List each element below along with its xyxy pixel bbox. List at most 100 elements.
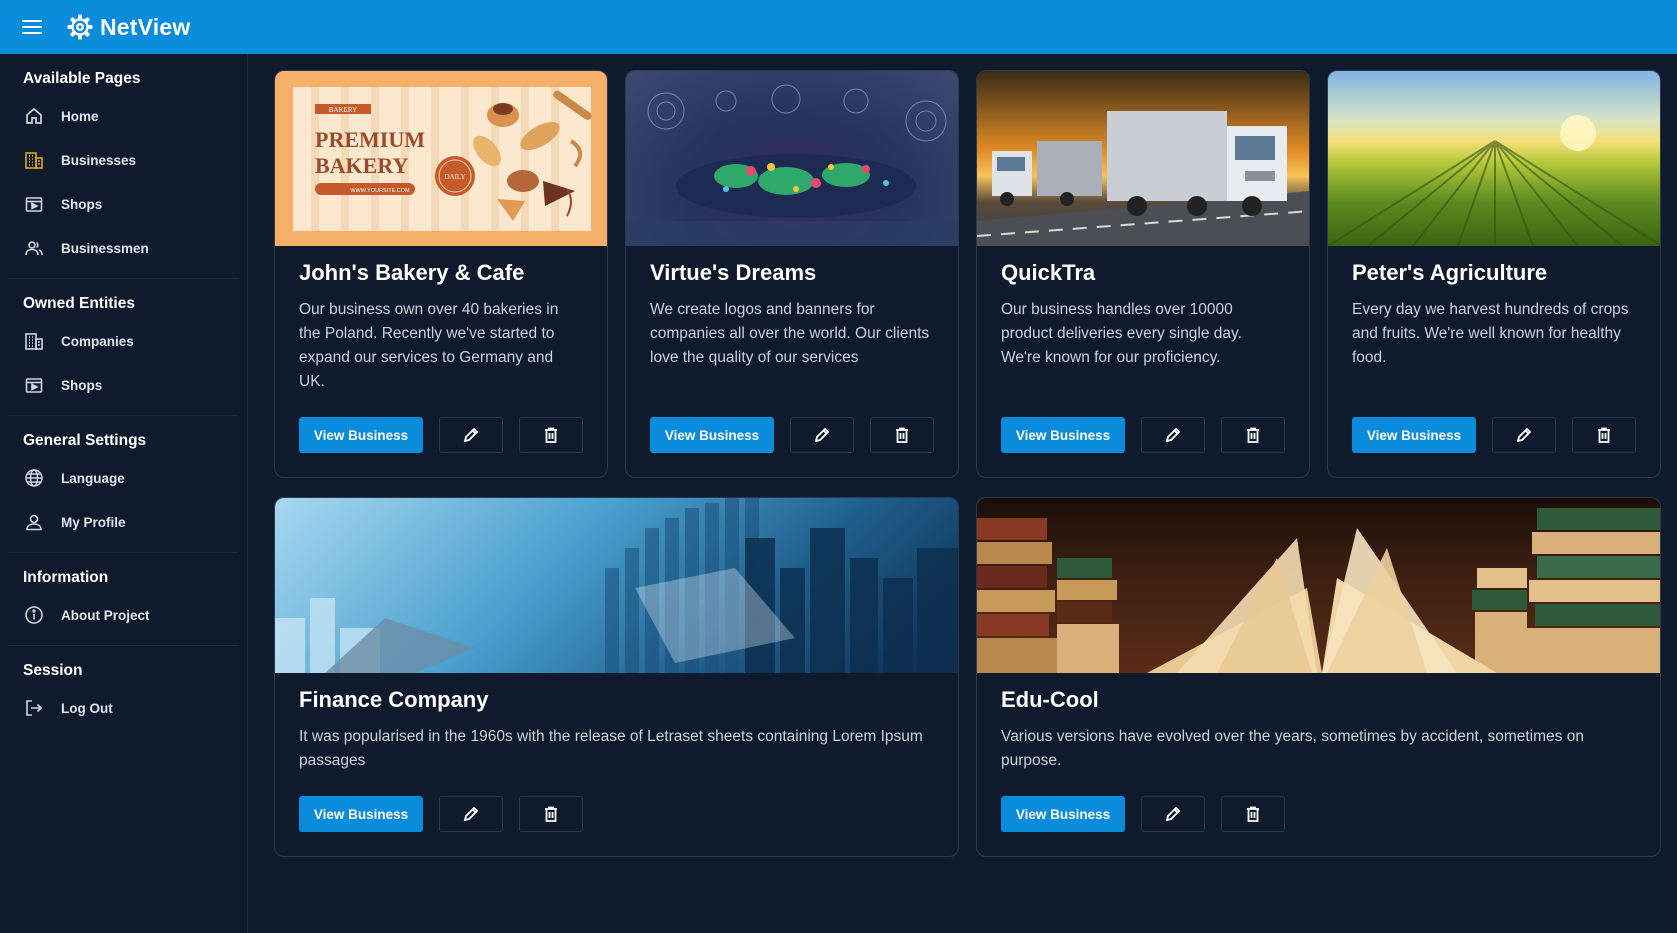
view-business-button[interactable]: View Business — [299, 796, 423, 832]
card-image: BAKERY PREMIUM BAKERY WWW.YOURSITE.COM D… — [275, 71, 607, 246]
card-description: It was popularised in the 1960s with the… — [299, 728, 923, 769]
artwork-illustration — [626, 84, 958, 246]
sidebar: Available Pages Home Businesses Shops Bu… — [0, 54, 248, 933]
view-business-button[interactable]: View Business — [1001, 796, 1125, 832]
delete-button[interactable] — [1221, 796, 1285, 832]
brand[interactable]: NetView — [66, 13, 190, 41]
pencil-icon — [1165, 806, 1181, 822]
view-business-button[interactable]: View Business — [1352, 417, 1476, 453]
delete-button[interactable] — [1572, 417, 1636, 453]
sidebar-item-label: Businessmen — [61, 240, 149, 256]
bakery-line2: BAKERY — [315, 153, 408, 178]
card-description: Various versions have evolved over the y… — [1001, 728, 1584, 769]
edit-button[interactable] — [1141, 796, 1205, 832]
sidebar-item-language[interactable]: Language — [8, 456, 239, 500]
business-card: Peter's Agriculture Every day we harvest… — [1327, 70, 1661, 478]
field-illustration — [1328, 115, 1660, 246]
card-title: Finance Company — [299, 687, 489, 712]
bakery-tag-text: BAKERY — [329, 106, 357, 114]
sidebar-item-owned-shops[interactable]: Shops — [8, 363, 239, 407]
sidebar-item-label: Language — [61, 470, 125, 486]
card-description: Every day we harvest hundreds of crops a… — [1352, 301, 1629, 366]
sidebar-item-label: Home — [61, 108, 99, 124]
edit-button[interactable] — [790, 417, 854, 453]
card-image — [626, 71, 958, 246]
books-illustration — [977, 508, 1660, 673]
sidebar-item-label: Companies — [61, 333, 134, 349]
trash-icon — [1598, 427, 1610, 443]
card-title: John's Bakery & Cafe — [299, 260, 525, 285]
section-session: Session Log Out — [8, 646, 239, 738]
businesses-icon — [23, 149, 45, 171]
view-business-button[interactable]: View Business — [299, 417, 423, 453]
truck-illustration — [977, 111, 1309, 246]
gear-logo-icon — [67, 14, 93, 40]
logout-icon — [23, 697, 45, 719]
section-title: Session — [23, 662, 83, 679]
business-card: QuickTra Our business handles over 10000… — [976, 70, 1310, 478]
business-card: Edu-Cool Various versions have evolved o… — [976, 497, 1661, 857]
edit-button[interactable] — [1492, 417, 1556, 453]
card-title: Edu-Cool — [1001, 687, 1099, 712]
user-icon — [23, 511, 45, 533]
section-information: Information About Project — [8, 553, 239, 646]
card-image — [1328, 71, 1660, 246]
shop-icon — [23, 193, 45, 215]
business-card: Virtue's Dreams We create logos and bann… — [625, 70, 959, 478]
view-business-button[interactable]: View Business — [1001, 417, 1125, 453]
sidebar-item-shops[interactable]: Shops — [8, 182, 239, 226]
app-name: NetView — [100, 13, 191, 40]
trash-icon — [896, 427, 908, 443]
section-title: Information — [23, 569, 109, 586]
sidebar-item-log-out[interactable]: Log Out — [8, 686, 239, 730]
card-description: We create logos and banners for companie… — [650, 301, 930, 366]
sidebar-item-companies[interactable]: Companies — [8, 319, 239, 363]
section-general-settings: General Settings Language My Profile — [8, 416, 239, 553]
sidebar-item-label: Businesses — [61, 152, 137, 168]
trash-icon — [545, 806, 557, 822]
sidebar-item-label: About Project — [61, 607, 150, 623]
shop-icon — [23, 374, 45, 396]
sidebar-item-businesses[interactable]: Businesses — [8, 138, 239, 182]
edit-button[interactable] — [439, 417, 503, 453]
view-business-button[interactable]: View Business — [650, 417, 774, 453]
delete-button[interactable] — [1221, 417, 1285, 453]
home-icon — [23, 105, 45, 127]
info-icon — [23, 604, 45, 626]
edit-button[interactable] — [439, 796, 503, 832]
sidebar-item-label: Log Out — [61, 700, 113, 716]
sidebar-item-label: Shops — [61, 377, 103, 393]
section-owned-entities: Owned Entities Companies Shops — [8, 279, 239, 416]
card-image — [977, 498, 1660, 673]
main-content: BAKERY PREMIUM BAKERY WWW.YOURSITE.COM D… — [249, 54, 1677, 933]
menu-icon[interactable] — [22, 15, 46, 39]
business-card: BAKERY PREMIUM BAKERY WWW.YOURSITE.COM D… — [274, 70, 608, 478]
sidebar-item-label: Shops — [61, 196, 103, 212]
sidebar-item-about-project[interactable]: About Project — [8, 593, 239, 637]
delete-button[interactable] — [519, 796, 583, 832]
trash-icon — [1247, 427, 1259, 443]
pencil-icon — [463, 806, 479, 822]
top-app-bar: NetView — [0, 0, 1677, 54]
pencil-icon — [814, 427, 830, 443]
card-description: Our business own over 40 bakeries in the… — [299, 301, 559, 390]
card-image — [275, 498, 958, 673]
bakery-line1: PREMIUM — [315, 127, 425, 152]
sidebar-item-my-profile[interactable]: My Profile — [8, 500, 239, 544]
trash-icon — [545, 427, 557, 443]
sidebar-item-home[interactable]: Home — [8, 94, 239, 138]
globe-icon — [23, 467, 45, 489]
bakery-illustration: BAKERY PREMIUM BAKERY WWW.YOURSITE.COM D… — [293, 87, 592, 231]
pencil-icon — [1165, 427, 1181, 443]
card-title: Peter's Agriculture — [1352, 260, 1548, 285]
building-icon — [23, 330, 45, 352]
edit-button[interactable] — [1141, 417, 1205, 453]
section-title: Available Pages — [23, 70, 141, 87]
card-title: Virtue's Dreams — [650, 260, 817, 285]
business-card: Finance Company It was popularised in th… — [274, 497, 959, 857]
card-title: QuickTra — [1001, 260, 1096, 285]
sidebar-item-businessmen[interactable]: Businessmen — [8, 226, 239, 270]
delete-button[interactable] — [870, 417, 934, 453]
sidebar-item-label: My Profile — [61, 514, 126, 530]
delete-button[interactable] — [519, 417, 583, 453]
